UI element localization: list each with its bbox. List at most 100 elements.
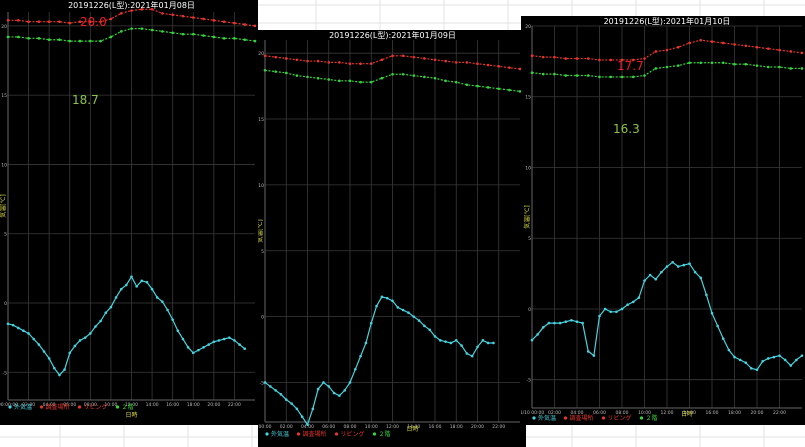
data-point-survey bbox=[744, 44, 748, 48]
value-annotation: 16.3 bbox=[613, 122, 640, 136]
data-point-second bbox=[191, 32, 195, 36]
data-point-outside bbox=[11, 323, 15, 327]
data-point-survey bbox=[778, 48, 781, 52]
x-tick-label: 14:00 bbox=[146, 402, 159, 408]
data-point-survey bbox=[295, 58, 299, 62]
data-point-second bbox=[766, 65, 770, 69]
data-point-outside bbox=[486, 341, 490, 345]
data-point-outside bbox=[688, 262, 691, 265]
data-point-outside bbox=[671, 260, 674, 264]
data-point-outside bbox=[761, 360, 764, 363]
data-point-outside bbox=[705, 293, 708, 297]
data-point-second bbox=[274, 70, 277, 73]
data-point-survey bbox=[412, 55, 416, 59]
data-point-outside bbox=[536, 333, 539, 336]
x-axis-label: 日時 bbox=[125, 411, 137, 419]
data-point-outside bbox=[465, 352, 469, 355]
data-point-second bbox=[575, 74, 579, 77]
data-point-outside bbox=[186, 346, 190, 349]
data-point-survey bbox=[553, 55, 556, 59]
legend-entry: 調査場所 bbox=[46, 403, 70, 411]
data-point-second bbox=[47, 38, 51, 42]
data-point-outside bbox=[279, 393, 283, 396]
data-point-outside bbox=[716, 324, 719, 328]
data-point-outside bbox=[648, 273, 652, 277]
data-point-survey bbox=[233, 21, 236, 25]
data-point-second bbox=[359, 80, 362, 84]
data-point-outside bbox=[699, 276, 703, 280]
data-point-outside bbox=[233, 339, 236, 342]
data-point-second bbox=[733, 62, 736, 66]
data-point-outside bbox=[332, 391, 336, 395]
data-point-outside bbox=[710, 311, 714, 315]
data-point-outside bbox=[553, 321, 556, 325]
data-point-outside bbox=[654, 277, 658, 281]
legend-entry: ２階 bbox=[122, 403, 134, 411]
data-point-survey bbox=[202, 17, 205, 21]
legend-marker bbox=[296, 432, 301, 436]
data-point-second bbox=[233, 37, 236, 40]
y-axis-label: 気温[℃] bbox=[523, 205, 531, 228]
data-point-outside bbox=[385, 296, 389, 300]
data-point-second bbox=[564, 74, 568, 77]
y-tick-label: 15 bbox=[258, 117, 264, 123]
data-point-outside bbox=[789, 364, 793, 367]
legend-entry: 外気温 bbox=[538, 414, 556, 422]
data-point-second bbox=[6, 35, 10, 39]
data-point-outside bbox=[586, 350, 590, 353]
data-point-outside bbox=[306, 423, 309, 426]
data-point-second bbox=[401, 72, 405, 76]
data-point-outside bbox=[581, 321, 584, 325]
data-point-outside bbox=[311, 407, 315, 411]
value-annotation: 17.7 bbox=[617, 59, 644, 73]
chart-title: 20191226(L型):2021年01月09日 bbox=[329, 30, 456, 40]
legend-marker bbox=[265, 432, 269, 436]
data-point-second bbox=[699, 61, 703, 65]
data-point-survey bbox=[243, 23, 247, 26]
data-point-outside bbox=[322, 381, 325, 384]
data-point-second bbox=[789, 67, 793, 70]
data-point-outside bbox=[155, 296, 159, 299]
data-point-outside bbox=[295, 407, 299, 411]
legend-marker bbox=[563, 416, 568, 420]
data-point-outside bbox=[78, 339, 82, 342]
data-point-outside bbox=[380, 295, 384, 299]
data-point-outside bbox=[47, 357, 51, 360]
y-axis-label: 気温[℃] bbox=[258, 219, 264, 242]
chart-jan10: 20191226(L型):2021年01月10日1/10 00:00 02:00 0… bbox=[521, 16, 804, 422]
data-point-second bbox=[99, 39, 102, 43]
data-point-outside bbox=[274, 389, 277, 392]
x-tick-label: 02:00 bbox=[280, 424, 293, 430]
data-point-outside bbox=[598, 314, 601, 318]
data-point-second bbox=[369, 80, 373, 84]
data-point-outside bbox=[150, 287, 154, 291]
x-tick-label: 12:00 bbox=[386, 424, 399, 430]
y-tick-label: 0 bbox=[4, 301, 7, 307]
data-point-outside bbox=[637, 296, 641, 299]
data-point-outside bbox=[433, 335, 437, 338]
data-point-survey bbox=[676, 45, 680, 49]
x-tick-label: 00:00 bbox=[259, 424, 272, 430]
data-point-second bbox=[800, 67, 804, 70]
data-point-outside bbox=[460, 344, 463, 347]
data-point-survey bbox=[699, 38, 703, 42]
data-point-second bbox=[295, 74, 299, 77]
data-point-survey bbox=[274, 55, 277, 59]
data-point-outside bbox=[348, 381, 352, 384]
data-point-outside bbox=[766, 357, 770, 360]
y-tick-label: -5 bbox=[3, 370, 8, 376]
data-point-outside bbox=[428, 328, 431, 332]
data-point-survey bbox=[140, 7, 144, 11]
data-point-outside bbox=[412, 315, 416, 318]
data-point-outside bbox=[42, 350, 46, 353]
data-point-outside bbox=[94, 325, 97, 328]
data-point-outside bbox=[564, 320, 568, 323]
data-point-outside bbox=[660, 270, 663, 274]
data-point-outside bbox=[423, 324, 426, 328]
data-point-outside bbox=[58, 373, 61, 377]
legend-entry: リビング bbox=[84, 403, 108, 411]
y-tick-label: -5 bbox=[527, 378, 532, 384]
data-point-second bbox=[150, 28, 154, 32]
data-point-outside bbox=[327, 385, 331, 388]
data-point-second bbox=[263, 68, 267, 72]
